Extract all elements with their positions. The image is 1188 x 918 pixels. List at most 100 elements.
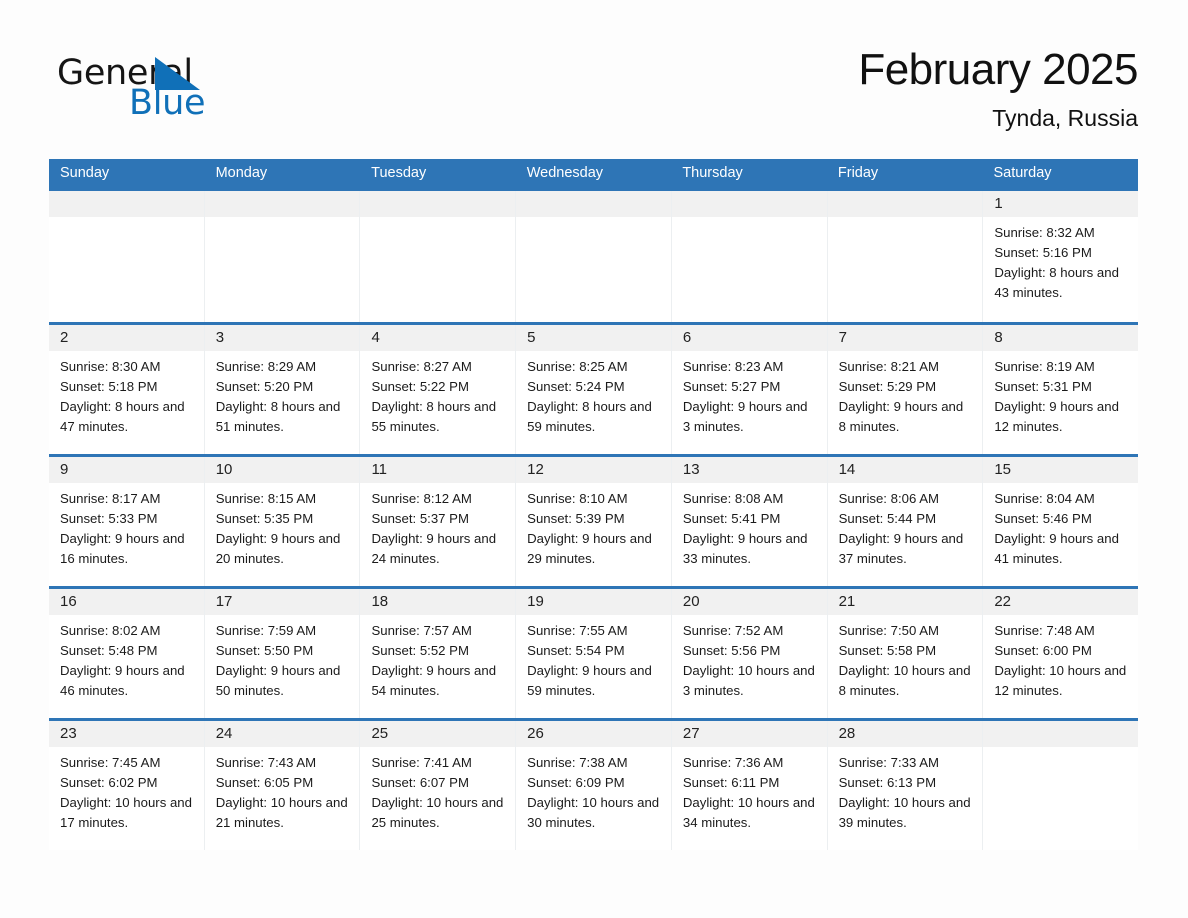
sunrise-text: Sunrise: 7:43 AM: [215, 755, 317, 770]
weekday-header-wednesday: Wednesday: [526, 165, 604, 181]
day-info: Sunrise: 8:17 AM Sunset: 5:33 PM Dayligh…: [49, 483, 204, 569]
day-cell[interactable]: [203, 191, 360, 322]
day-cell[interactable]: 17 Sunrise: 7:59 AM Sunset: 5:50 PM Dayl…: [203, 589, 360, 718]
day-cell[interactable]: 3 Sunrise: 8:29 AM Sunset: 5:20 PM Dayli…: [203, 325, 360, 454]
day-info: Sunrise: 7:36 AM Sunset: 6:11 PM Dayligh…: [672, 747, 827, 833]
day-cell[interactable]: 28 Sunrise: 7:33 AM Sunset: 6:13 PM Dayl…: [826, 721, 983, 850]
day-info: [516, 217, 671, 223]
day-cell[interactable]: 18 Sunrise: 7:57 AM Sunset: 5:52 PM Dayl…: [359, 589, 516, 718]
day-number-band: 21: [827, 589, 983, 615]
sunset-text: Sunset: 5:16 PM: [994, 245, 1092, 260]
day-cell[interactable]: 25 Sunrise: 7:41 AM Sunset: 6:07 PM Dayl…: [359, 721, 516, 850]
day-number-band: 11: [360, 457, 516, 483]
day-cell[interactable]: 1 Sunrise: 8:32 AM Sunset: 5:16 PM Dayli…: [982, 191, 1139, 322]
sunset-text: Sunset: 5:46 PM: [994, 511, 1092, 526]
day-number-band: [516, 191, 671, 217]
day-cell[interactable]: 16 Sunrise: 8:02 AM Sunset: 5:48 PM Dayl…: [49, 589, 204, 718]
daylight-text: Daylight: 9 hours and 59 minutes.: [527, 663, 652, 698]
day-number-band: 17: [204, 589, 360, 615]
day-number: 21: [838, 593, 856, 610]
day-number: 3: [215, 329, 225, 346]
sunrise-text: Sunrise: 8:08 AM: [682, 491, 784, 506]
day-info: [49, 217, 204, 223]
day-cell[interactable]: [49, 191, 204, 322]
day-number: 11: [371, 461, 388, 478]
day-cell[interactable]: 11 Sunrise: 8:12 AM Sunset: 5:37 PM Dayl…: [359, 457, 516, 586]
day-info: Sunrise: 8:32 AM Sunset: 5:16 PM Dayligh…: [983, 217, 1138, 303]
day-cell[interactable]: 10 Sunrise: 8:15 AM Sunset: 5:35 PM Dayl…: [203, 457, 360, 586]
daylight-text: Daylight: 10 hours and 3 minutes.: [682, 663, 815, 698]
day-info: Sunrise: 8:10 AM Sunset: 5:39 PM Dayligh…: [516, 483, 671, 569]
daylight-text: Daylight: 10 hours and 39 minutes.: [838, 795, 971, 830]
day-number: 1: [994, 195, 1003, 212]
day-info: Sunrise: 8:21 AM Sunset: 5:29 PM Dayligh…: [828, 351, 983, 437]
day-number-band: [360, 191, 516, 217]
sunrise-text: Sunrise: 8:15 AM: [215, 491, 317, 506]
day-info: [205, 217, 360, 223]
day-cell[interactable]: [515, 191, 671, 322]
day-cell[interactable]: 27 Sunrise: 7:36 AM Sunset: 6:11 PM Dayl…: [670, 721, 827, 850]
day-cell[interactable]: 2 Sunrise: 8:30 AM Sunset: 5:18 PM Dayli…: [49, 325, 204, 454]
day-number-band: 19: [516, 589, 671, 615]
day-cell[interactable]: 24 Sunrise: 7:43 AM Sunset: 6:05 PM Dayl…: [203, 721, 360, 850]
day-info: Sunrise: 8:02 AM Sunset: 5:48 PM Dayligh…: [49, 615, 204, 701]
sunrise-text: Sunrise: 7:50 AM: [838, 623, 940, 638]
day-number: 10: [215, 461, 233, 478]
day-cell[interactable]: 12 Sunrise: 8:10 AM Sunset: 5:39 PM Dayl…: [515, 457, 671, 586]
sunrise-text: Sunrise: 7:55 AM: [527, 623, 628, 638]
day-cell[interactable]: 26 Sunrise: 7:38 AM Sunset: 6:09 PM Dayl…: [515, 721, 671, 850]
day-cell[interactable]: [359, 191, 516, 322]
day-number: 14: [838, 461, 856, 478]
day-cell[interactable]: 13 Sunrise: 8:08 AM Sunset: 5:41 PM Dayl…: [670, 457, 827, 586]
day-cell[interactable]: [826, 191, 983, 322]
day-info: Sunrise: 7:52 AM Sunset: 5:56 PM Dayligh…: [672, 615, 827, 701]
day-info: Sunrise: 8:23 AM Sunset: 5:27 PM Dayligh…: [672, 351, 827, 437]
weekday-header-thursday: Thursday: [682, 165, 743, 181]
day-number-band: 22: [983, 589, 1139, 615]
day-info: Sunrise: 8:29 AM Sunset: 5:20 PM Dayligh…: [205, 351, 360, 437]
day-number: 7: [838, 329, 847, 346]
day-info: Sunrise: 8:08 AM Sunset: 5:41 PM Dayligh…: [672, 483, 827, 569]
sunrise-text: Sunrise: 7:33 AM: [838, 755, 940, 770]
day-cell[interactable]: [670, 191, 827, 322]
day-cell[interactable]: 15 Sunrise: 8:04 AM Sunset: 5:46 PM Dayl…: [982, 457, 1139, 586]
day-info: Sunrise: 8:12 AM Sunset: 5:37 PM Dayligh…: [360, 483, 515, 569]
day-cell[interactable]: 7 Sunrise: 8:21 AM Sunset: 5:29 PM Dayli…: [826, 325, 983, 454]
day-number: 24: [215, 725, 233, 742]
day-info: [983, 747, 1138, 753]
day-cell[interactable]: 4 Sunrise: 8:27 AM Sunset: 5:22 PM Dayli…: [359, 325, 516, 454]
day-cell[interactable]: 14 Sunrise: 8:06 AM Sunset: 5:44 PM Dayl…: [826, 457, 983, 586]
daylight-text: Daylight: 9 hours and 50 minutes.: [215, 663, 341, 698]
general-blue-logo[interactable]: General Blue: [57, 54, 317, 132]
day-info: Sunrise: 7:41 AM Sunset: 6:07 PM Dayligh…: [360, 747, 515, 833]
sunset-text: Sunset: 5:50 PM: [215, 643, 314, 658]
day-cell[interactable]: 23 Sunrise: 7:45 AM Sunset: 6:02 PM Dayl…: [49, 721, 204, 850]
sunset-text: Sunset: 6:11 PM: [682, 775, 780, 790]
day-number-band: 25: [360, 721, 516, 747]
day-number-band: 1: [983, 191, 1139, 217]
day-info: Sunrise: 8:04 AM Sunset: 5:46 PM Dayligh…: [983, 483, 1138, 569]
page-header: General Blue February 2025 Tynda, Russia: [49, 44, 1138, 144]
sunrise-text: Sunrise: 7:41 AM: [371, 755, 472, 770]
sunrise-text: Sunrise: 7:45 AM: [60, 755, 161, 770]
page-title: February 2025: [858, 45, 1138, 94]
sunrise-text: Sunrise: 7:48 AM: [994, 623, 1095, 638]
sunrise-text: Sunrise: 8:02 AM: [60, 623, 161, 638]
day-number-band: 6: [671, 325, 827, 351]
day-number-band: [671, 191, 827, 217]
day-cell[interactable]: [982, 721, 1139, 850]
day-cell[interactable]: 21 Sunrise: 7:50 AM Sunset: 5:58 PM Dayl…: [826, 589, 983, 718]
day-number-band: [204, 191, 360, 217]
daylight-text: Daylight: 9 hours and 12 minutes.: [994, 399, 1119, 434]
day-cell[interactable]: 20 Sunrise: 7:52 AM Sunset: 5:56 PM Dayl…: [670, 589, 827, 718]
day-info: Sunrise: 8:06 AM Sunset: 5:44 PM Dayligh…: [828, 483, 983, 569]
day-cell[interactable]: 9 Sunrise: 8:17 AM Sunset: 5:33 PM Dayli…: [49, 457, 204, 586]
daylight-text: Daylight: 9 hours and 37 minutes.: [838, 531, 964, 566]
day-cell[interactable]: 8 Sunrise: 8:19 AM Sunset: 5:31 PM Dayli…: [982, 325, 1139, 454]
day-cell[interactable]: 22 Sunrise: 7:48 AM Sunset: 6:00 PM Dayl…: [982, 589, 1139, 718]
day-cell[interactable]: 6 Sunrise: 8:23 AM Sunset: 5:27 PM Dayli…: [670, 325, 827, 454]
daylight-text: Daylight: 9 hours and 29 minutes.: [527, 531, 652, 566]
day-cell[interactable]: 5 Sunrise: 8:25 AM Sunset: 5:24 PM Dayli…: [515, 325, 671, 454]
day-cell[interactable]: 19 Sunrise: 7:55 AM Sunset: 5:54 PM Dayl…: [515, 589, 671, 718]
day-number: 28: [838, 725, 856, 742]
